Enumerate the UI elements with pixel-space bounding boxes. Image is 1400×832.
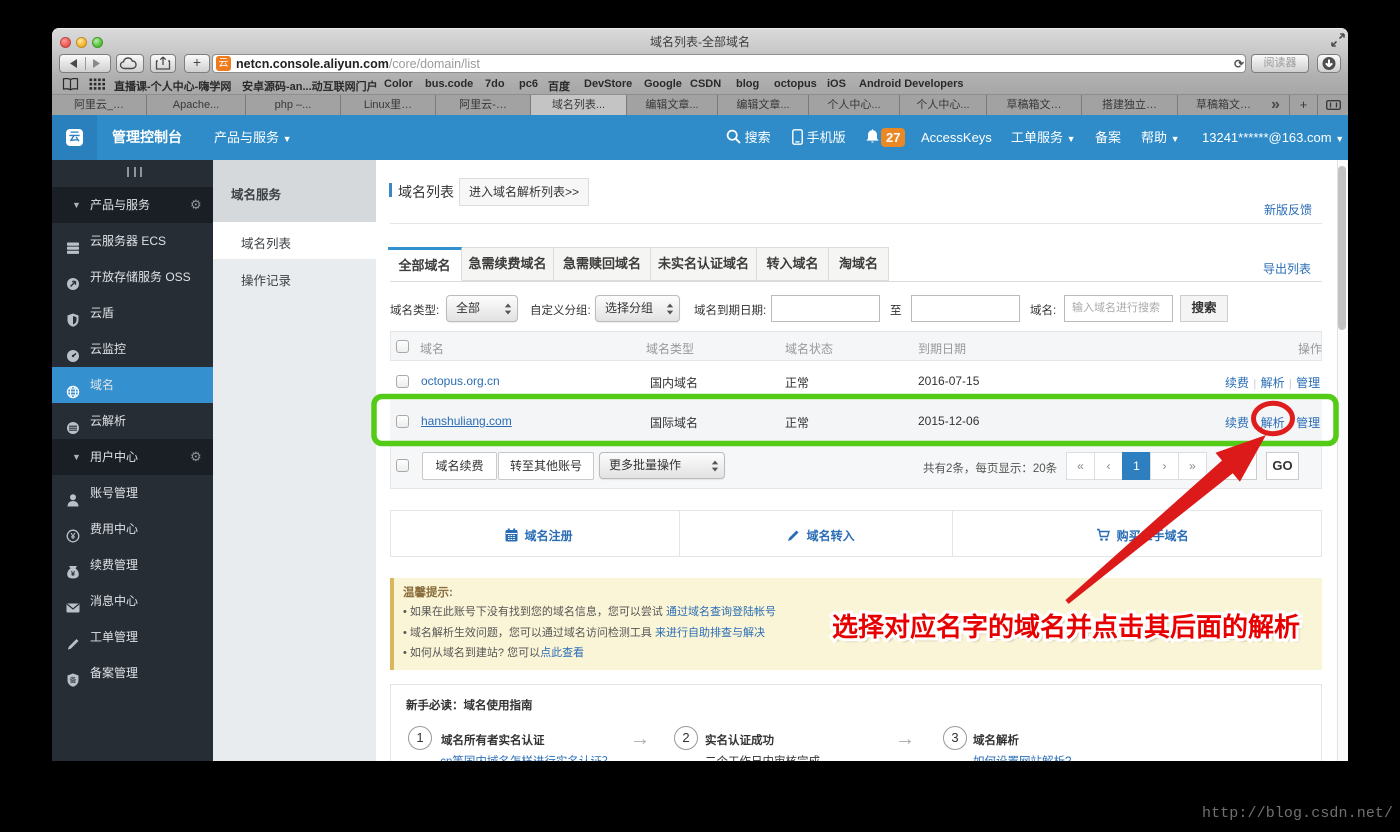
svg-text:备: 备 xyxy=(70,676,77,685)
svg-text:¥: ¥ xyxy=(71,531,76,541)
